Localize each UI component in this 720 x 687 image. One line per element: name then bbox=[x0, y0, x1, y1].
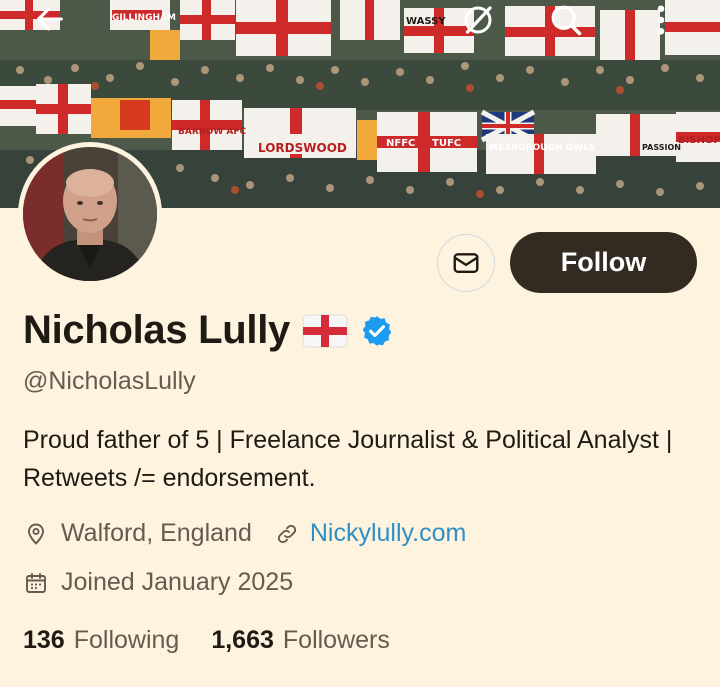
joined-row: Joined January 2025 bbox=[23, 568, 293, 597]
location-text: Walford, England bbox=[61, 519, 252, 547]
more-vertical-icon bbox=[657, 5, 665, 35]
svg-text:BARROW AFC: BARROW AFC bbox=[178, 127, 247, 137]
grok-button[interactable] bbox=[460, 2, 500, 42]
location-pin-icon bbox=[23, 521, 49, 547]
following-count: 136 bbox=[23, 626, 65, 654]
followers-count: 1,663 bbox=[211, 626, 274, 654]
back-button[interactable] bbox=[33, 2, 73, 42]
slashed-circle-icon bbox=[464, 6, 492, 34]
more-button[interactable] bbox=[643, 2, 683, 42]
svg-text:GILLINGHAM: GILLINGHAM bbox=[112, 13, 176, 23]
svg-text:MEXBOROUGH OWLS: MEXBOROUGH OWLS bbox=[489, 143, 595, 153]
svg-text:NFFC: NFFC bbox=[386, 138, 415, 149]
link-icon bbox=[274, 521, 300, 547]
joined-text: Joined January 2025 bbox=[61, 568, 294, 596]
search-icon bbox=[551, 5, 582, 36]
handle: @NicholasLully bbox=[23, 367, 196, 395]
svg-text:BISHOP: BISHOP bbox=[678, 135, 720, 146]
message-button[interactable] bbox=[437, 234, 495, 292]
avatar-photo bbox=[23, 147, 157, 281]
display-name: Nicholas Lully bbox=[23, 308, 290, 352]
svg-text:TUFC: TUFC bbox=[432, 138, 461, 149]
avatar[interactable] bbox=[18, 142, 162, 286]
website-link[interactable]: Nickylully.com bbox=[310, 519, 467, 548]
following-label: Following bbox=[73, 626, 180, 654]
follow-button[interactable]: Follow bbox=[510, 232, 697, 293]
name-row: Nicholas Lully bbox=[23, 308, 394, 353]
svg-text:LORDSWOOD: LORDSWOOD bbox=[258, 141, 347, 155]
calendar-icon bbox=[23, 570, 49, 596]
envelope-icon bbox=[453, 253, 479, 273]
svg-text:PASSION: PASSION bbox=[642, 143, 681, 152]
england-flag-icon bbox=[302, 314, 348, 347]
location-website-row: Walford, England Nickylully.com bbox=[23, 519, 466, 548]
search-button[interactable] bbox=[548, 2, 588, 42]
followers-stat[interactable]: 1,663 Followers bbox=[211, 626, 390, 655]
verified-badge-icon[interactable] bbox=[360, 314, 394, 348]
svg-text:WASSY: WASSY bbox=[406, 16, 446, 27]
bio: Proud father of 5 | Freelance Journalist… bbox=[23, 426, 673, 492]
arrow-left-icon bbox=[37, 7, 63, 31]
followers-label: Followers bbox=[282, 626, 390, 654]
follow-stats: 136 Following 1,663 Followers bbox=[23, 626, 390, 655]
following-stat[interactable]: 136 Following bbox=[23, 626, 179, 655]
